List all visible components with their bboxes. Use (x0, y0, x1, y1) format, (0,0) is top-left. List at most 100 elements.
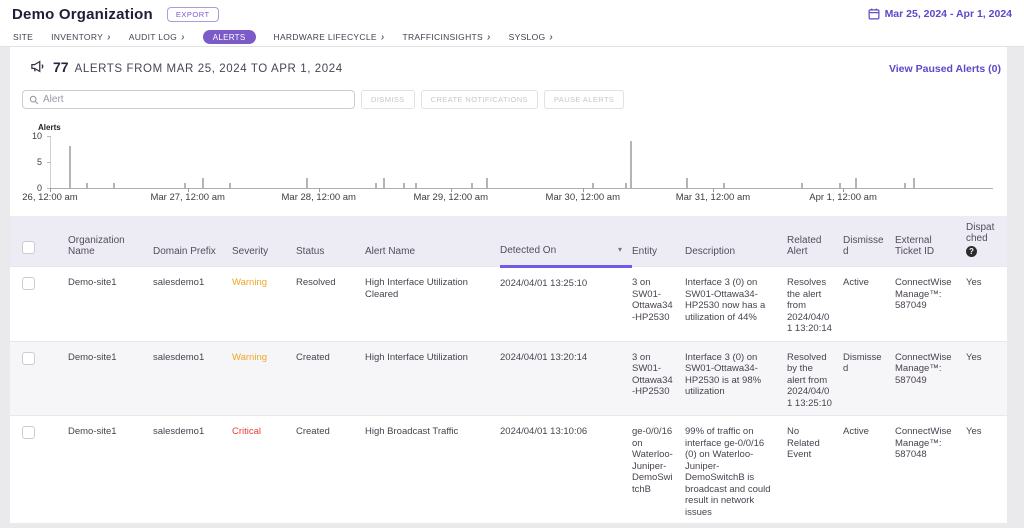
alerts-toolbar: DISMISS CREATE NOTIFICATIONS PAUSE ALERT… (22, 90, 995, 109)
tab-trafficinsights[interactable]: TRAFFICINSIGHTS (402, 32, 490, 43)
col-domain-prefix[interactable]: Domain Prefix (153, 216, 232, 267)
table-row[interactable]: Demo-site1 salesdemo1 Critical Created H… (10, 416, 1007, 528)
col-detected-on[interactable]: Detected On▾ (500, 216, 632, 267)
tab-site[interactable]: SITE (13, 32, 33, 42)
col-severity[interactable]: Severity (232, 216, 296, 267)
alert-bar (625, 183, 627, 188)
cell-domain-prefix: salesdemo1 (153, 416, 232, 528)
tab-alerts[interactable]: ALERTS (203, 30, 256, 44)
cell-entity: 3 on SW01-Ottawa34-HP2530 (632, 267, 685, 342)
alerts-timeline-chart: Alerts 0510 26, 12:00 amMar 27, 12:00 am… (10, 123, 1001, 205)
alert-bar (592, 183, 594, 188)
x-tick-label: Mar 28, 12:00 am (282, 192, 356, 203)
cell-alert-name: High Interface Utilization (365, 341, 500, 416)
row-checkbox[interactable] (22, 277, 35, 290)
alert-bar (855, 178, 857, 188)
cell-organization: Demo-site1 (68, 416, 153, 528)
select-all-checkbox[interactable] (22, 241, 35, 254)
x-tick-label: 26, 12:00 am (22, 192, 77, 203)
search-icon (29, 95, 39, 105)
cell-external-ticket-id: ConnectWise Manage™: 587048 (895, 416, 966, 528)
row-checkbox[interactable] (22, 426, 35, 439)
calendar-icon (868, 8, 880, 20)
pause-alerts-button[interactable]: PAUSE ALERTS (544, 90, 624, 109)
megaphone-icon (30, 60, 45, 73)
alert-bar (306, 178, 308, 188)
cell-description: Interface 3 (0) on SW01-Ottawa34-HP2530 … (685, 267, 787, 342)
col-related-alert[interactable]: Related Alert (787, 216, 843, 267)
cell-alert-name: High Broadcast Traffic (365, 416, 500, 528)
col-alert-name[interactable]: Alert Name (365, 216, 500, 267)
x-tick-label: Mar 31, 12:00 am (676, 192, 750, 203)
cell-organization: Demo-site1 (68, 267, 153, 342)
cell-dismissed: Active (843, 416, 895, 528)
cell-description: Interface 3 (0) on SW01-Ottawa34-HP2530 … (685, 341, 787, 416)
col-dispatched[interactable]: Dispatched? (966, 216, 1007, 267)
cell-alert-name: High Interface Utilization Cleared (365, 267, 500, 342)
col-organization-name[interactable]: Organization Name (68, 216, 153, 267)
cell-status: Created (296, 341, 365, 416)
alerts-header-text: ALERTS FROM MAR 25, 2024 TO APR 1, 2024 (75, 63, 343, 75)
date-range-picker[interactable]: Mar 25, 2024 - Apr 1, 2024 (868, 8, 1012, 20)
alerts-panel: 77 ALERTS FROM MAR 25, 2024 TO APR 1, 20… (10, 47, 1007, 523)
help-icon[interactable]: ? (966, 246, 977, 257)
chart-x-axis: 26, 12:00 amMar 27, 12:00 amMar 28, 12:0… (50, 189, 993, 205)
cell-detected-on: 2024/04/01 13:10:06 (500, 416, 632, 528)
alert-bar (113, 183, 115, 188)
row-checkbox[interactable] (22, 352, 35, 365)
cell-domain-prefix: salesdemo1 (153, 341, 232, 416)
alert-bar (801, 183, 803, 188)
cell-entity: ge-0/0/16 on Waterloo-Juniper-DemoSwitch… (632, 416, 685, 528)
x-tick-label: Apr 1, 12:00 am (809, 192, 877, 203)
table-row[interactable]: Demo-site1 salesdemo1 Warning Created Hi… (10, 341, 1007, 416)
col-external-ticket-id[interactable]: External Ticket ID (895, 216, 966, 267)
cell-description: 99% of traffic on interface ge-0/0/16 (0… (685, 416, 787, 528)
alert-bar (184, 183, 186, 188)
cell-status: Created (296, 416, 365, 528)
tab-audit-log[interactable]: AUDIT LOG (129, 32, 185, 43)
cell-dispatched: Yes (966, 416, 1007, 528)
col-entity[interactable]: Entity (632, 216, 685, 267)
create-notifications-button[interactable]: CREATE NOTIFICATIONS (421, 90, 538, 109)
col-dismissed[interactable]: Dismissed (843, 216, 895, 267)
chevron-right-icon (103, 32, 111, 43)
chart-y-axis-label: Alerts (38, 123, 1001, 132)
alert-bar (686, 178, 688, 188)
alert-bar (415, 183, 417, 188)
chevron-right-icon (545, 32, 553, 43)
chevron-right-icon (377, 32, 385, 43)
x-tick-label: Mar 30, 12:00 am (546, 192, 620, 203)
table-row[interactable]: Demo-site1 salesdemo1 Warning Resolved H… (10, 267, 1007, 342)
alert-bar (471, 183, 473, 188)
tab-hardware-lifecycle[interactable]: HARDWARE LIFECYCLE (274, 32, 385, 43)
chevron-right-icon (177, 32, 185, 43)
alert-bar (86, 183, 88, 188)
sort-descending-icon: ▾ (618, 245, 622, 254)
col-description[interactable]: Description (685, 216, 787, 267)
dismiss-button[interactable]: DISMISS (361, 90, 415, 109)
cell-related-alert: No Related Event (787, 416, 843, 528)
tab-bar: SITE INVENTORY AUDIT LOG ALERTS HARDWARE… (0, 28, 1024, 47)
cell-related-alert: Resolves the alert from 2024/04/01 13:20… (787, 267, 843, 342)
cell-detected-on: 2024/04/01 13:20:14 (500, 341, 632, 416)
col-status[interactable]: Status (296, 216, 365, 267)
page-title: Demo Organization (12, 6, 153, 23)
alert-search-input[interactable] (43, 94, 348, 105)
view-paused-alerts-link[interactable]: View Paused Alerts (0) (889, 63, 1001, 75)
alert-bar (202, 178, 204, 188)
cell-dismissed: Active (843, 267, 895, 342)
tab-syslog[interactable]: SYSLOG (509, 32, 553, 43)
cell-severity: Critical (232, 416, 296, 528)
alert-bar (383, 178, 385, 188)
alert-search[interactable] (22, 90, 355, 109)
cell-external-ticket-id: ConnectWise Manage™: 587049 (895, 341, 966, 416)
export-button[interactable]: EXPORT (167, 7, 219, 22)
alerts-table: Organization Name Domain Prefix Severity… (10, 216, 1007, 528)
x-tick-label: Mar 27, 12:00 am (150, 192, 224, 203)
cell-detected-on: 2024/04/01 13:25:10 (500, 267, 632, 342)
cell-status: Resolved (296, 267, 365, 342)
tab-inventory[interactable]: INVENTORY (51, 32, 111, 43)
alert-bar (723, 183, 725, 188)
alerts-header: 77 ALERTS FROM MAR 25, 2024 TO APR 1, 20… (10, 47, 1007, 75)
alert-bar (839, 183, 841, 188)
